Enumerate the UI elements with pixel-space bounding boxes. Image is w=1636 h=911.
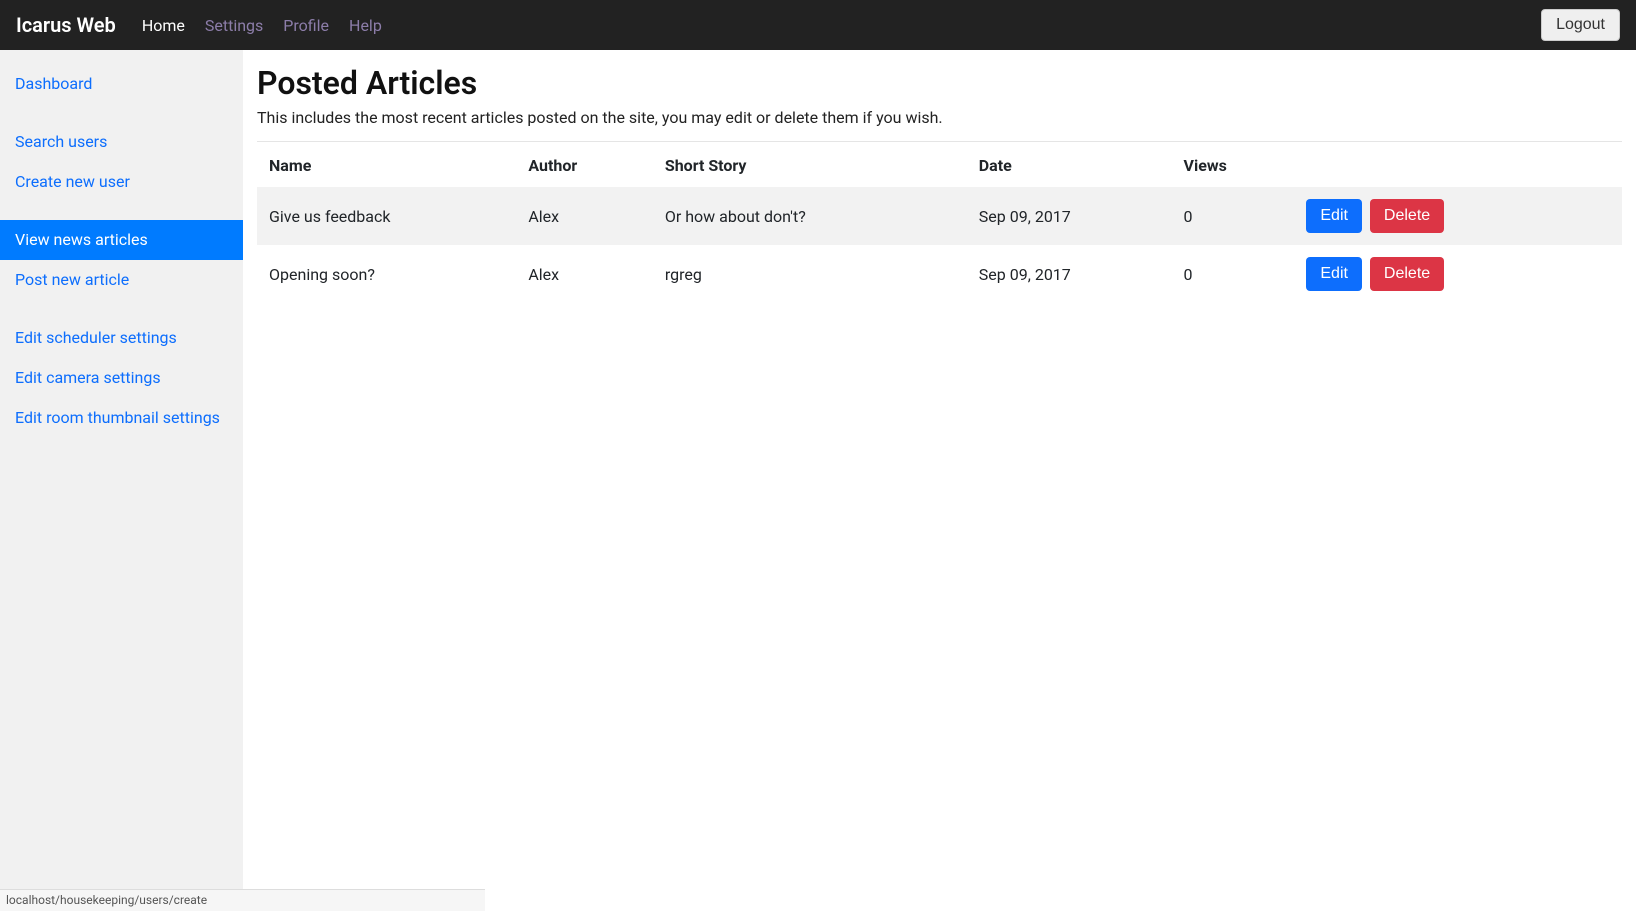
navbar-brand[interactable]: Icarus Web [16,13,116,37]
cell-views: 0 [1172,245,1295,303]
table-row: Give us feedback Alex Or how about don't… [257,187,1622,245]
layout: Dashboard Search users Create new user V… [0,50,1636,889]
navbar-links: Home Settings Profile Help [132,10,1541,41]
cell-actions: Edit Delete [1294,245,1622,303]
sidebar-spacer [0,104,243,122]
sidebar-spacer [0,202,243,220]
edit-button[interactable]: Edit [1306,257,1362,291]
statusbar: localhost/housekeeping/users/create [0,889,485,911]
nav-link-help[interactable]: Help [339,10,392,41]
cell-views: 0 [1172,187,1295,245]
nav-link-settings[interactable]: Settings [195,10,273,41]
page-subtitle: This includes the most recent articles p… [257,108,1622,127]
cell-author: Alex [516,187,653,245]
cell-short-story: rgreg [653,245,967,303]
cell-author: Alex [516,245,653,303]
sidebar-spacer [0,300,243,318]
col-name: Name [257,144,516,187]
cell-short-story: Or how about don't? [653,187,967,245]
sidebar-item-edit-scheduler-settings[interactable]: Edit scheduler settings [0,318,243,358]
sidebar-item-create-new-user[interactable]: Create new user [0,162,243,202]
sidebar-item-edit-camera-settings[interactable]: Edit camera settings [0,358,243,398]
nav-link-profile[interactable]: Profile [273,10,339,41]
delete-button[interactable]: Delete [1370,199,1444,233]
cell-name: Opening soon? [257,245,516,303]
sidebar: Dashboard Search users Create new user V… [0,50,243,889]
sidebar-item-edit-room-thumbnail-settings[interactable]: Edit room thumbnail settings [0,398,243,438]
divider [257,141,1622,142]
navbar: Icarus Web Home Settings Profile Help Lo… [0,0,1636,50]
table-row: Opening soon? Alex rgreg Sep 09, 2017 0 … [257,245,1622,303]
cell-date: Sep 09, 2017 [967,187,1172,245]
cell-name: Give us feedback [257,187,516,245]
col-short-story: Short Story [653,144,967,187]
edit-button[interactable]: Edit [1306,199,1362,233]
sidebar-item-dashboard[interactable]: Dashboard [0,64,243,104]
col-actions [1294,144,1622,187]
main-content: Posted Articles This includes the most r… [243,50,1636,889]
cell-date: Sep 09, 2017 [967,245,1172,303]
col-date: Date [967,144,1172,187]
logout-button[interactable]: Logout [1541,9,1620,41]
nav-link-home[interactable]: Home [132,10,195,41]
statusbar-text: localhost/housekeeping/users/create [6,893,207,907]
col-views: Views [1172,144,1295,187]
delete-button[interactable]: Delete [1370,257,1444,291]
sidebar-item-search-users[interactable]: Search users [0,122,243,162]
sidebar-item-view-news-articles[interactable]: View news articles [0,220,243,260]
sidebar-item-post-new-article[interactable]: Post new article [0,260,243,300]
col-author: Author [516,144,653,187]
articles-table: Name Author Short Story Date Views Give … [257,144,1622,303]
cell-actions: Edit Delete [1294,187,1622,245]
page-title: Posted Articles [257,64,1622,102]
table-header-row: Name Author Short Story Date Views [257,144,1622,187]
